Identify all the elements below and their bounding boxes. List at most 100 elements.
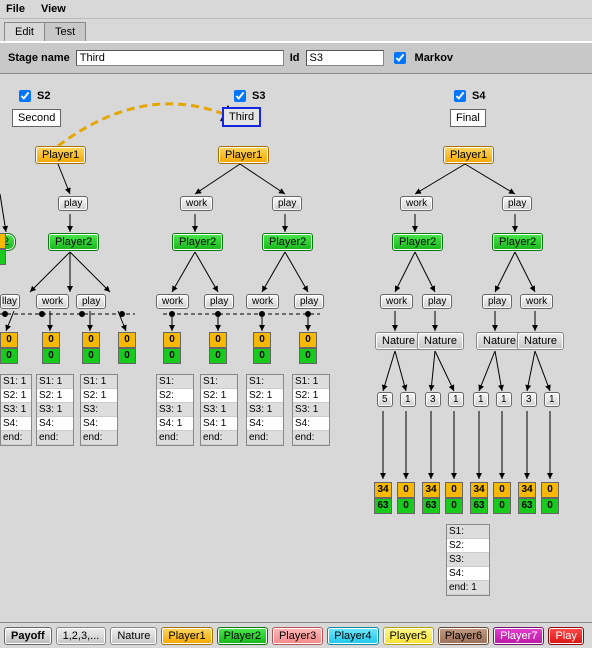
node-player2[interactable]: Player2 xyxy=(172,233,223,251)
action-work[interactable]: work xyxy=(156,294,189,309)
node-nature[interactable]: Nature xyxy=(375,332,422,350)
action-work[interactable]: work xyxy=(520,294,553,309)
btn-payoff[interactable]: Payoff xyxy=(4,627,52,645)
pay-g[interactable] xyxy=(0,249,6,265)
btn-player8[interactable]: Play xyxy=(548,627,583,645)
btn-player2[interactable]: Player2 xyxy=(217,627,268,645)
action-play[interactable]: play xyxy=(58,196,88,211)
pay-g[interactable]: 0 xyxy=(445,498,463,514)
checkbox-s3[interactable] xyxy=(234,90,246,102)
pay-g[interactable]: 0 xyxy=(299,348,317,364)
tab-test[interactable]: Test xyxy=(44,22,86,41)
btn-player3[interactable]: Player3 xyxy=(272,627,323,645)
action-work[interactable]: work xyxy=(36,294,69,309)
pay-o[interactable]: 0 xyxy=(397,482,415,498)
menu-view[interactable]: View xyxy=(41,3,66,15)
pay-o[interactable]: 0 xyxy=(82,332,100,348)
pay-g[interactable]: 0 xyxy=(493,498,511,514)
node-nature[interactable]: Nature xyxy=(476,332,523,350)
markov-checkbox[interactable] xyxy=(394,52,406,64)
pay-o[interactable]: 34 xyxy=(470,482,488,498)
action-work[interactable]: work xyxy=(400,196,433,211)
pay-g[interactable]: 0 xyxy=(253,348,271,364)
sbox[interactable]: S1:S2: 1S3: 1S4:end: xyxy=(246,374,284,446)
pay-o[interactable]: 0 xyxy=(541,482,559,498)
checkbox-s4[interactable] xyxy=(454,90,466,102)
sbox[interactable]: S1: 1S2: 1S3: 1S4:end: xyxy=(36,374,74,446)
nat-1[interactable]: 1 xyxy=(473,392,489,407)
pay-o[interactable]: 0 xyxy=(493,482,511,498)
pay-g[interactable]: 63 xyxy=(374,498,392,514)
action-play[interactable]: play xyxy=(502,196,532,211)
menu-file[interactable]: File xyxy=(6,3,25,15)
sbox[interactable]: S1: 1S2: 1S3:S4:end: xyxy=(80,374,118,446)
btn-player1[interactable]: Player1 xyxy=(161,627,212,645)
node-nature[interactable]: Nature xyxy=(417,332,464,350)
tab-edit[interactable]: Edit xyxy=(4,22,45,41)
pay-o[interactable]: 34 xyxy=(374,482,392,498)
node-player2[interactable]: Player2 xyxy=(48,233,99,251)
pay-g[interactable]: 0 xyxy=(42,348,60,364)
pay-g[interactable]: 63 xyxy=(518,498,536,514)
pay-g[interactable]: 0 xyxy=(163,348,181,364)
sbox[interactable]: S1:S2: 1S3: 1S4: 1end: xyxy=(200,374,238,446)
pay-o[interactable] xyxy=(0,233,6,249)
stagebox-second[interactable]: Second xyxy=(12,109,61,127)
pay-o[interactable]: 0 xyxy=(0,332,18,348)
pay-g[interactable]: 63 xyxy=(470,498,488,514)
action-work[interactable]: work xyxy=(380,294,413,309)
nat-1[interactable]: 1 xyxy=(400,392,416,407)
pay-o[interactable]: 0 xyxy=(118,332,136,348)
node-player1[interactable]: Player1 xyxy=(218,146,269,164)
pay-o[interactable]: 0 xyxy=(299,332,317,348)
action-play[interactable]: play xyxy=(294,294,324,309)
btn-player4[interactable]: Player4 xyxy=(327,627,378,645)
sbox[interactable]: S1:S2:S3: 1S4: 1end: xyxy=(156,374,194,446)
pay-g[interactable]: 0 xyxy=(118,348,136,364)
pay-o[interactable]: 0 xyxy=(445,482,463,498)
pay-o[interactable]: 0 xyxy=(253,332,271,348)
node-nature[interactable]: Nature xyxy=(517,332,564,350)
pay-g[interactable]: 0 xyxy=(0,348,18,364)
stage-id-input[interactable] xyxy=(306,50,384,66)
node-player1[interactable]: Player1 xyxy=(443,146,494,164)
action-work[interactable]: work xyxy=(180,196,213,211)
action-work[interactable]: work xyxy=(246,294,279,309)
node-player1[interactable]: Player1 xyxy=(35,146,86,164)
action-play[interactable]: play xyxy=(76,294,106,309)
stagebox-final[interactable]: Final xyxy=(450,109,486,127)
nat-3[interactable]: 3 xyxy=(521,392,537,407)
nat-3[interactable]: 3 xyxy=(425,392,441,407)
node-player2[interactable]: Player2 xyxy=(492,233,543,251)
action-play[interactable]: llay xyxy=(0,294,20,309)
tree-canvas[interactable]: S2 S3 S4 Second Third Final Player1 Play… xyxy=(0,74,592,614)
btn-numbers[interactable]: 1,2,3,... xyxy=(56,627,107,645)
checkbox-s2[interactable] xyxy=(19,90,31,102)
pay-o[interactable]: 0 xyxy=(209,332,227,348)
btn-player5[interactable]: Player5 xyxy=(383,627,434,645)
sbox[interactable]: S1: 1S2: 1S3: 1S4:end: xyxy=(292,374,330,446)
btn-player6[interactable]: Player6 xyxy=(438,627,489,645)
pay-o[interactable]: 34 xyxy=(422,482,440,498)
pay-o[interactable]: 0 xyxy=(163,332,181,348)
node-player2[interactable]: Player2 xyxy=(262,233,313,251)
btn-nature[interactable]: Nature xyxy=(110,627,157,645)
nat-5[interactable]: 5 xyxy=(377,392,393,407)
action-play[interactable]: play xyxy=(482,294,512,309)
stage-name-input[interactable] xyxy=(76,50,284,66)
btn-player7[interactable]: Player7 xyxy=(493,627,544,645)
node-player2[interactable]: Player2 xyxy=(392,233,443,251)
action-play[interactable]: play xyxy=(204,294,234,309)
pay-g[interactable]: 0 xyxy=(397,498,415,514)
pay-g[interactable]: 0 xyxy=(209,348,227,364)
sbox[interactable]: S1:S2:S3:S4:end: 1 xyxy=(446,524,490,596)
nat-1[interactable]: 1 xyxy=(496,392,512,407)
pay-g[interactable]: 0 xyxy=(541,498,559,514)
action-play[interactable]: play xyxy=(422,294,452,309)
sbox[interactable]: S1: 1S2: 1S3: 1S4:end: xyxy=(0,374,32,446)
pay-g[interactable]: 0 xyxy=(82,348,100,364)
nat-1[interactable]: 1 xyxy=(448,392,464,407)
pay-o[interactable]: 0 xyxy=(42,332,60,348)
nat-1[interactable]: 1 xyxy=(544,392,560,407)
stagebox-third[interactable]: Third xyxy=(222,107,261,127)
